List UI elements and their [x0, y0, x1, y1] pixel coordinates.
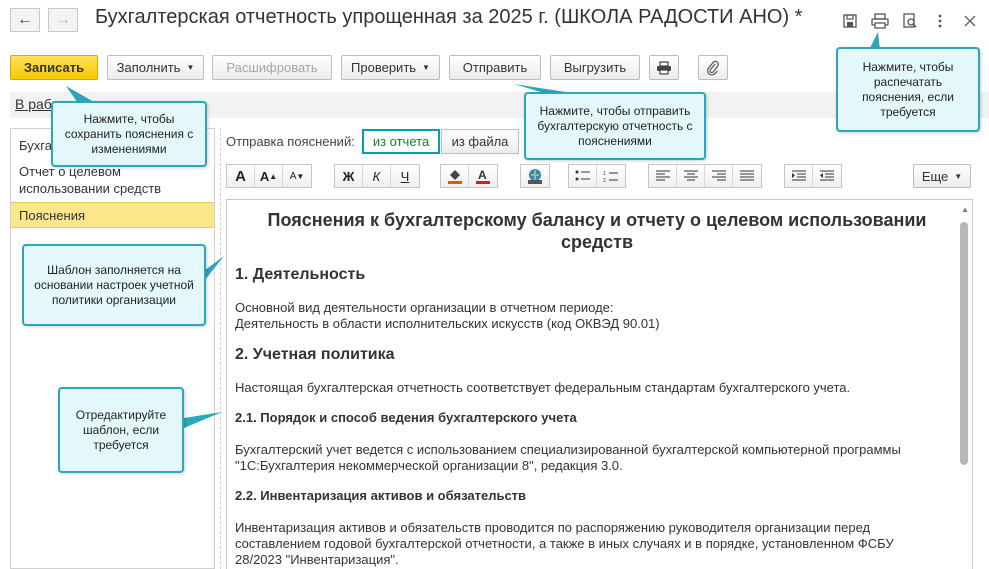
callout-send-text: Нажмите, чтобы отправить бухгалтерскую о…: [537, 103, 693, 148]
section-heading-policy: 2. Учетная политика: [235, 346, 395, 363]
font-decrease-icon[interactable]: A ▼: [283, 165, 311, 187]
more-icon[interactable]: [929, 10, 951, 32]
scrollbar-thumb[interactable]: [960, 222, 968, 465]
chevron-down-icon: ▼: [422, 63, 430, 72]
paragraph: Основной вид деятельности организации в …: [235, 300, 614, 315]
insert-image-group: [520, 164, 550, 188]
chevron-down-icon: ▼: [186, 63, 195, 72]
from-file-label: из файла: [451, 134, 509, 149]
send-source-label: Отправка пояснений:: [226, 134, 355, 149]
align-left-icon[interactable]: [649, 165, 677, 187]
underline-button[interactable]: Ч: [391, 165, 419, 187]
font-icon[interactable]: A: [227, 165, 255, 187]
text-color-icon[interactable]: A: [469, 165, 497, 187]
align-right-icon[interactable]: [705, 165, 733, 187]
italic-button[interactable]: К: [363, 165, 391, 187]
send-button[interactable]: Отправить: [449, 55, 541, 80]
font-size-group: A A ▲ A ▼: [226, 164, 312, 188]
print-icon[interactable]: [869, 10, 891, 32]
paragraph: Настоящая бухгалтерская отчетность соотв…: [235, 380, 851, 395]
panel-splitter[interactable]: [220, 128, 221, 569]
callout-edit-text: Отредактируйте шаблон, если требуется: [75, 407, 167, 452]
subsection-heading-accounting: 2.1. Порядок и способ ведения бухгалтерс…: [235, 410, 577, 425]
sections-panel: Бухгалтерский баланс Отчет о целевом исп…: [10, 128, 215, 569]
forward-button[interactable]: →: [48, 8, 78, 32]
save-button-label: Записать: [23, 60, 85, 75]
underline-label: Ч: [400, 168, 410, 184]
close-icon[interactable]: [959, 10, 981, 32]
save-icon[interactable]: [839, 10, 861, 32]
export-button-label: Выгрузить: [563, 60, 627, 75]
window-title: Бухгалтерская отчетность упрощенная за 2…: [95, 6, 803, 28]
export-button[interactable]: Выгрузить: [550, 55, 640, 80]
chevron-down-icon: ▼: [954, 171, 963, 181]
print-icon: [657, 60, 671, 75]
save-button[interactable]: Записать: [10, 55, 98, 80]
indent-decrease-icon[interactable]: [813, 165, 841, 187]
section-item-explanations[interactable]: Пояснения: [11, 202, 214, 228]
bold-button[interactable]: Ж: [335, 165, 363, 187]
explanations-editor[interactable]: ▲ Пояснения к бухгалтерскому балансу и о…: [226, 199, 973, 569]
list-group: 12: [568, 164, 626, 188]
document-title: Пояснения к бухгалтерскому балансу и отч…: [267, 210, 927, 252]
send-button-label: Отправить: [462, 60, 528, 75]
section-item-report[interactable]: Отчет о целевом использовании средств: [19, 163, 209, 197]
text-style-group: Ж К Ч: [334, 164, 420, 188]
arrow-right-icon: →: [55, 11, 71, 28]
fill-button-label: Заполнить: [116, 60, 181, 75]
attach-button[interactable]: [698, 55, 728, 80]
callout-print: Нажмите, чтобы распечатать пояснения, ес…: [836, 47, 980, 132]
insert-image-icon[interactable]: [521, 165, 549, 187]
check-button[interactable]: Проверить ▼: [341, 55, 440, 80]
paragraph: 28/2023 "Инвентаризация".: [235, 552, 399, 567]
arrow-left-icon: ←: [17, 11, 33, 28]
section-heading-activity: 1. Деятельность: [235, 266, 366, 283]
subsection-heading-inventory: 2.2. Инвентаризация активов и обязательс…: [235, 488, 527, 503]
paragraph: Бухгалтерский учет ведется с использован…: [235, 442, 901, 457]
callout-template-text: Шаблон заполняется на основании настроек…: [34, 262, 194, 307]
callout-save-text: Нажмите, чтобы сохранить пояснения с изм…: [64, 111, 194, 156]
from-report-label: из отчета: [372, 134, 430, 149]
font-increase-icon[interactable]: A ▲: [255, 165, 283, 187]
align-center-icon[interactable]: [677, 165, 705, 187]
bold-label: Ж: [342, 168, 355, 184]
alignment-group: [648, 164, 762, 188]
check-button-label: Проверить: [351, 60, 417, 75]
italic-label: К: [372, 168, 381, 184]
svg-text:2: 2: [603, 178, 606, 182]
paragraph: Инвентаризация активов и обязательств пр…: [235, 520, 871, 535]
more-format-button[interactable]: Еще ▼: [913, 164, 971, 188]
decode-button[interactable]: Расшифровать: [212, 55, 332, 80]
svg-text:A: A: [478, 168, 487, 182]
from-report-toggle[interactable]: из отчета: [362, 129, 440, 154]
indent-increase-icon[interactable]: [785, 165, 813, 187]
from-file-toggle[interactable]: из файла: [441, 129, 519, 154]
scroll-up-icon[interactable]: ▲: [961, 205, 969, 214]
color-group: A: [440, 164, 498, 188]
svg-text:1: 1: [603, 171, 606, 177]
callout-save: Нажмите, чтобы сохранить пояснения с изм…: [51, 101, 207, 167]
more-format-label: Еще: [921, 168, 949, 184]
fill-button[interactable]: Заполнить ▼: [107, 55, 204, 80]
print-button[interactable]: [649, 55, 679, 80]
paragraph: "1С:Бухгалтерия некоммерческой организац…: [235, 458, 623, 473]
paperclip-icon: [707, 60, 719, 76]
callout-template: Шаблон заполняется на основании настроек…: [22, 244, 206, 326]
preview-icon[interactable]: [899, 10, 921, 32]
callout-send: Нажмите, чтобы отправить бухгалтерскую о…: [524, 92, 706, 160]
back-button[interactable]: ←: [10, 8, 40, 32]
align-justify-icon[interactable]: [733, 165, 761, 187]
callout-print-text: Нажмите, чтобы распечатать пояснения, ес…: [862, 59, 954, 119]
paragraph: составлением годовой бухгалтерской отчет…: [235, 536, 894, 551]
fill-color-icon[interactable]: [441, 165, 469, 187]
decode-button-label: Расшифровать: [226, 60, 318, 75]
callout-edit: Отредактируйте шаблон, если требуется: [58, 387, 184, 473]
numbered-list-icon[interactable]: 12: [597, 165, 625, 187]
paragraph: Деятельность в области исполнительских и…: [235, 316, 660, 331]
indent-group: [784, 164, 842, 188]
bullet-list-icon[interactable]: [569, 165, 597, 187]
